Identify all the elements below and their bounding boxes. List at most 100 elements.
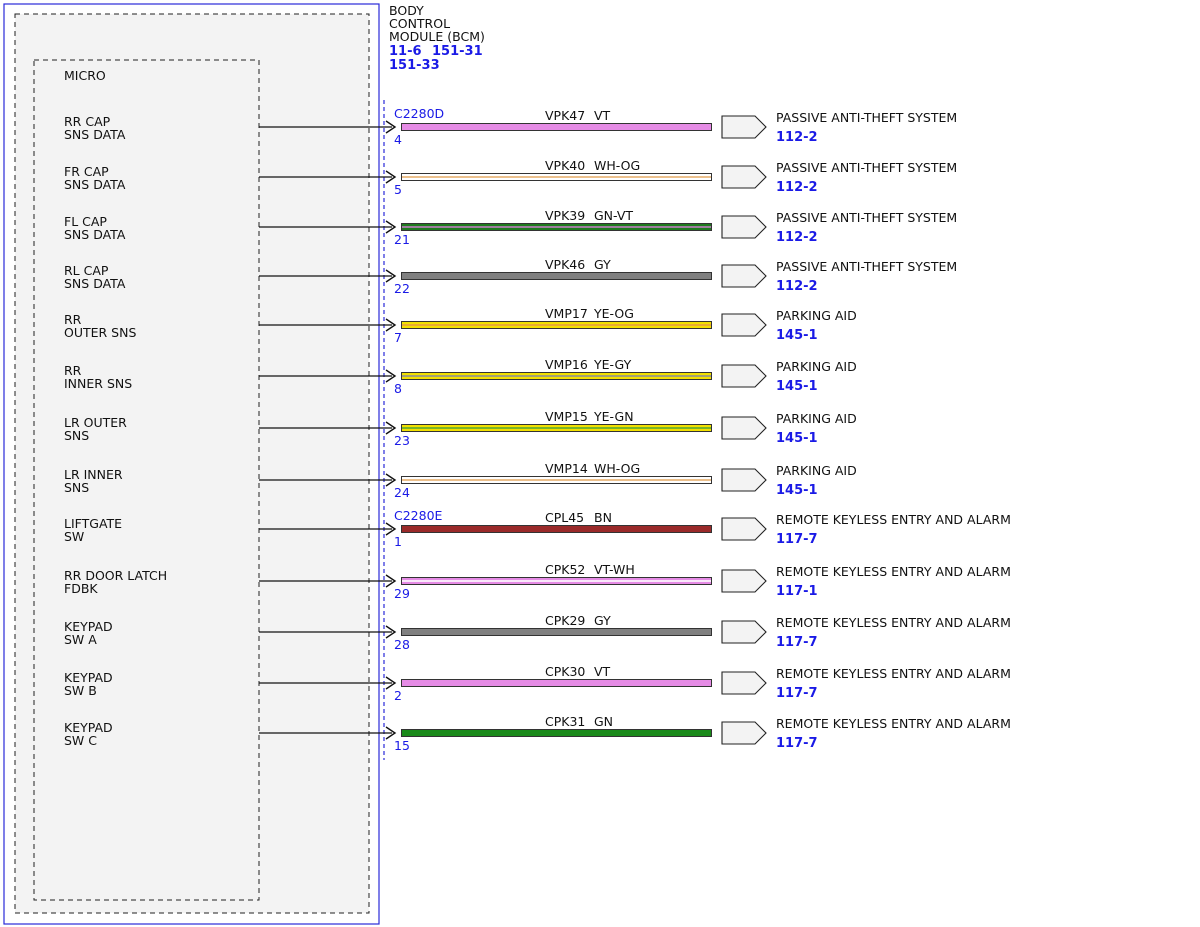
pin-number: 22 [394, 281, 410, 296]
connector-name: C2280E [394, 508, 443, 523]
wire-stripe-color [402, 324, 711, 326]
destination-ref-link[interactable]: 117-7 [776, 736, 818, 751]
destination-connector-icon [721, 313, 767, 337]
wire-color-code: WH-OG [594, 461, 640, 476]
destination-ref-link[interactable]: 117-7 [776, 635, 818, 650]
destination-label: PASSIVE ANTI-THEFT SYSTEM [776, 210, 957, 225]
signal-label: INNER SNS [64, 376, 132, 391]
wire-color-code: GN-VT [594, 208, 633, 223]
destination-ref-link[interactable]: 145-1 [776, 328, 818, 343]
circuit-name: CPK29 [545, 613, 585, 628]
destination-label: REMOTE KEYLESS ENTRY AND ALARM [776, 564, 1011, 579]
signal-label: SW [64, 529, 84, 544]
signal-label: SNS [64, 428, 89, 443]
pin-number: 1 [394, 534, 402, 549]
destination-label: REMOTE KEYLESS ENTRY AND ALARM [776, 716, 1011, 731]
destination-connector-icon [721, 115, 767, 139]
wire-color-code: BN [594, 510, 612, 525]
destination-label: REMOTE KEYLESS ENTRY AND ALARM [776, 666, 1011, 681]
pin-number: 28 [394, 637, 410, 652]
wire-stripe-color [402, 275, 711, 277]
wire-color-code: YE-GN [593, 409, 634, 424]
destination-label: PARKING AID [776, 411, 857, 426]
circuit-name: CPL45 [545, 510, 584, 525]
signal-label: OUTER SNS [64, 325, 136, 340]
destination-ref-link[interactable]: 112-2 [776, 230, 818, 245]
wire-stripe-color [402, 682, 711, 684]
pin-number: 7 [394, 330, 402, 345]
wire-color-code: GY [594, 257, 611, 272]
pin-number: 4 [394, 132, 402, 147]
pin-number: 23 [394, 433, 410, 448]
wire-stripe-color [402, 732, 711, 734]
pin-number: 8 [394, 381, 402, 396]
destination-ref-link[interactable]: 117-7 [776, 532, 818, 547]
destination-label: PARKING AID [776, 359, 857, 374]
destination-connector-icon [721, 517, 767, 541]
module-ref-link[interactable]: 151-31 [432, 44, 483, 59]
signal-label: SW A [64, 632, 97, 647]
circuit-name: CPK30 [545, 664, 585, 679]
wire-color-code: VT-WH [594, 562, 635, 577]
destination-connector-icon [721, 569, 767, 593]
signal-label: SNS DATA [64, 127, 126, 142]
wire-color-code: WH-OG [594, 158, 640, 173]
destination-ref-link[interactable]: 112-2 [776, 279, 818, 294]
wire-stripe-color [402, 176, 711, 178]
circuit-name: VPK46 [545, 257, 585, 272]
destination-connector-icon [721, 264, 767, 288]
circuit-name: VMP17 [545, 306, 588, 321]
pin-number: 2 [394, 688, 402, 703]
pin-number: 24 [394, 485, 410, 500]
circuit-name: CPK52 [545, 562, 585, 577]
destination-label: PASSIVE ANTI-THEFT SYSTEM [776, 160, 957, 175]
wire-color-code: YE-GY [593, 357, 632, 372]
destination-connector-icon [721, 620, 767, 644]
wire-stripe-color [402, 580, 711, 582]
destination-connector-icon [721, 671, 767, 695]
wire-stripe-color [402, 631, 711, 633]
destination-ref-link[interactable]: 112-2 [776, 180, 818, 195]
signal-label: FDBK [64, 581, 98, 596]
signal-label: SW C [64, 733, 97, 748]
wire-color-code: VT [594, 664, 611, 679]
signal-label: SNS DATA [64, 276, 126, 291]
module-ref-link[interactable]: 151-33 [389, 58, 440, 73]
destination-ref-link[interactable]: 145-1 [776, 431, 818, 446]
wire-color-code: GN [594, 714, 613, 729]
wire-color-code: VT [594, 108, 611, 123]
connector-name: C2280D [394, 106, 444, 121]
destination-ref-link[interactable]: 117-1 [776, 584, 818, 599]
wire-color-code: GY [594, 613, 611, 628]
signal-label: SNS DATA [64, 177, 126, 192]
destination-connector-icon [721, 364, 767, 388]
destination-connector-icon [721, 721, 767, 745]
wire-stripe-color [402, 479, 711, 481]
destination-ref-link[interactable]: 145-1 [776, 379, 818, 394]
circuit-name: VMP15 [545, 409, 588, 424]
destination-label: REMOTE KEYLESS ENTRY AND ALARM [776, 615, 1011, 630]
pin-number: 29 [394, 586, 410, 601]
pin-number: 15 [394, 738, 410, 753]
wire-stripe-color [402, 226, 711, 228]
destination-ref-link[interactable]: 117-7 [776, 686, 818, 701]
destination-ref-link[interactable]: 112-2 [776, 130, 818, 145]
circuit-name: VPK39 [545, 208, 585, 223]
signal-label: SNS DATA [64, 227, 126, 242]
circuit-name: CPK31 [545, 714, 585, 729]
destination-connector-icon [721, 165, 767, 189]
pin-number: 5 [394, 182, 402, 197]
destination-connector-icon [721, 468, 767, 492]
circuit-name: VPK47 [545, 108, 585, 123]
circuit-name: VMP14 [545, 461, 588, 476]
module-title: BODY CONTROL MODULE (BCM) 11-6 151-31 15… [389, 3, 485, 73]
signal-label: SNS [64, 480, 89, 495]
destination-ref-link[interactable]: 145-1 [776, 483, 818, 498]
module-title-line-3: MODULE (BCM) [389, 29, 485, 44]
wire-color-code: YE-OG [593, 306, 634, 321]
destination-label: REMOTE KEYLESS ENTRY AND ALARM [776, 512, 1011, 527]
micro-label: MICRO [64, 68, 106, 83]
module-ref-link[interactable]: 11-6 [389, 44, 422, 59]
pin-number: 21 [394, 232, 410, 247]
destination-connector-icon [721, 215, 767, 239]
